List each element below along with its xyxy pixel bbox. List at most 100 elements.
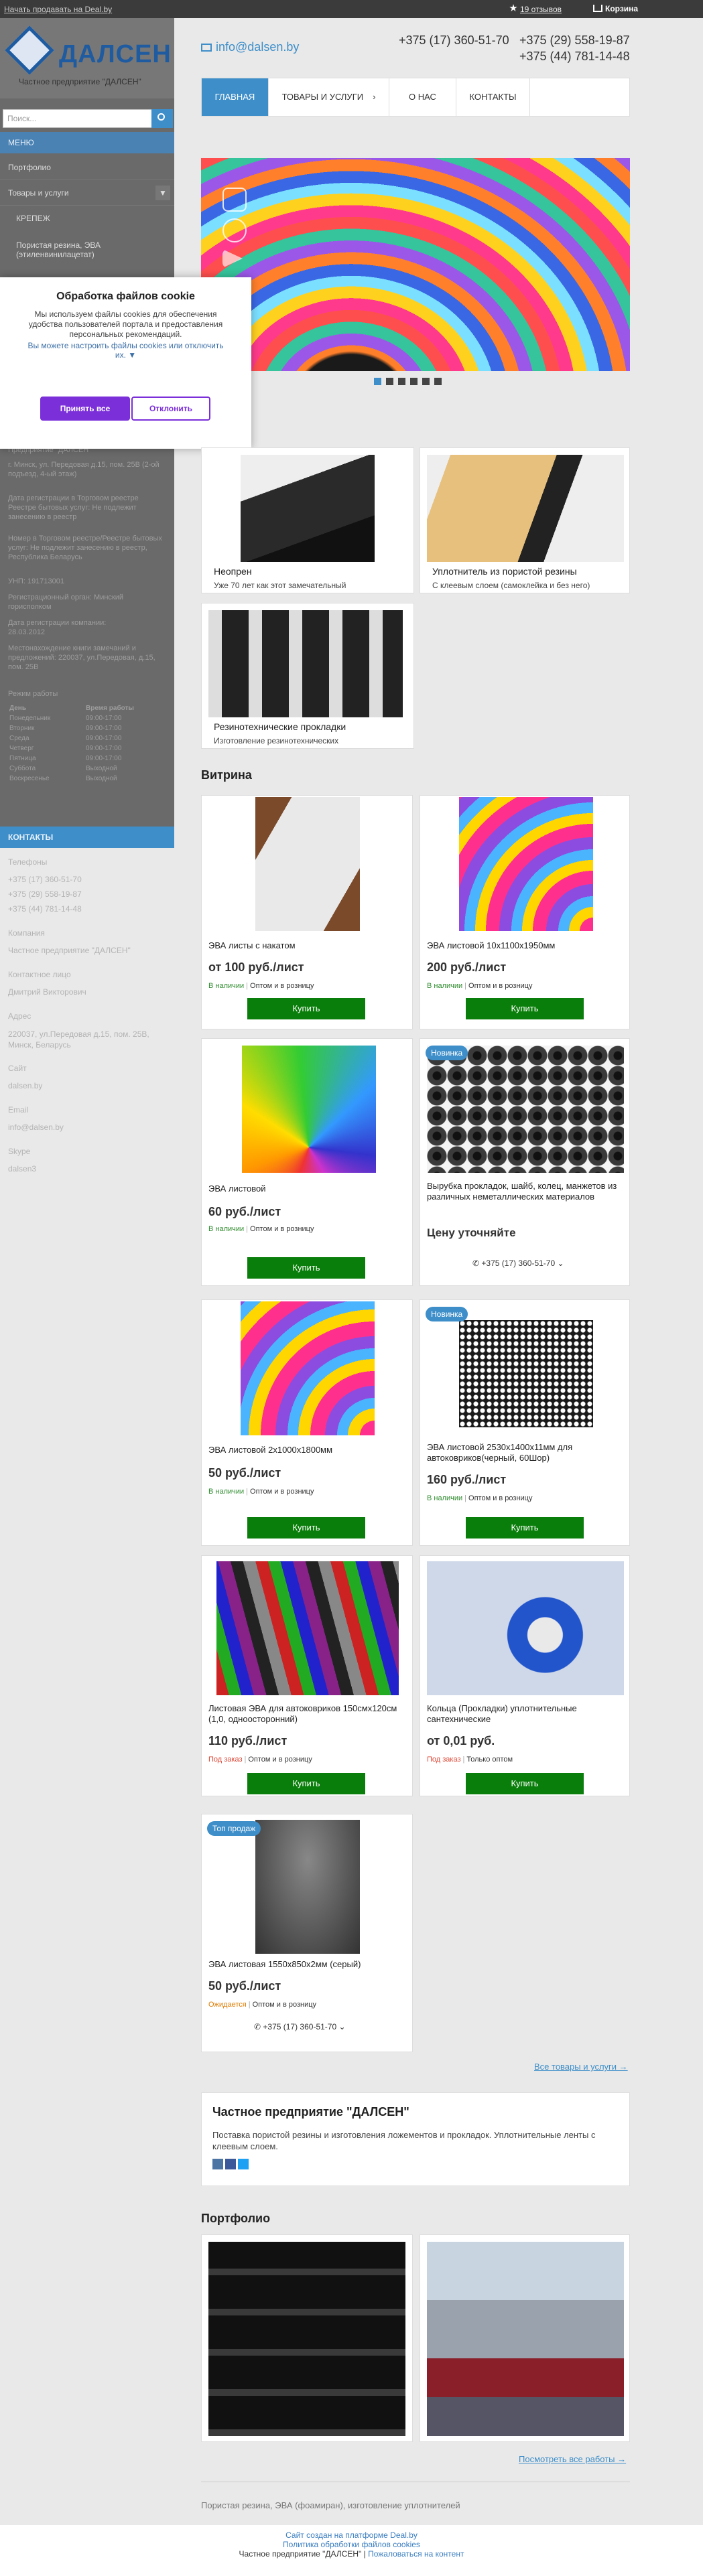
slider-dot[interactable] <box>386 378 393 385</box>
facebook-icon[interactable] <box>225 2159 236 2169</box>
telegram-icon[interactable] <box>222 249 243 268</box>
buy-button[interactable]: Купить <box>247 998 365 1019</box>
product-price: 50 руб./лист <box>208 1979 281 1993</box>
product-name[interactable]: ЭВА листовой <box>208 1184 403 1194</box>
product-availability: В наличии | Оптом и в розницу <box>208 982 314 990</box>
header-phone[interactable]: +375 (17) 360-51-70 <box>399 33 509 48</box>
sidebar-item-krepezh[interactable]: КРЕПЕЖ <box>0 207 174 231</box>
tab-products-label: ТОВАРЫ И УСЛУГИ <box>281 92 364 102</box>
slider-dot[interactable] <box>422 378 430 385</box>
product-card[interactable]: Листовая ЭВА для автоковриков 150смх120с… <box>201 1555 413 1796</box>
phone-link[interactable]: +375 (29) 558-19-87 <box>8 889 82 899</box>
buy-button[interactable]: Купить <box>247 1517 365 1539</box>
all-products-link[interactable]: Все товары и услуги → <box>534 2062 628 2072</box>
slider-dot[interactable] <box>410 378 418 385</box>
product-image <box>255 797 360 931</box>
tab-home[interactable]: ГЛАВНАЯ <box>202 78 269 116</box>
category-card[interactable]: Неопрен Уже 70 лет как этот замечательны… <box>201 447 414 593</box>
cookie-configure-link[interactable]: Вы можете настроить файлы cookies или от… <box>27 341 225 360</box>
slider-dot[interactable] <box>374 378 381 385</box>
platform-link[interactable]: Сайт создан на платформе Deal.by <box>285 2530 418 2540</box>
tab-about[interactable]: О НАС <box>389 78 456 116</box>
info-address: г. Минск, ул. Передовая д.15, пом. 25В (… <box>8 461 159 478</box>
tab-products[interactable]: ТОВАРЫ И УСЛУГИ › <box>269 78 389 116</box>
product-name[interactable]: ЭВА листовая 1550х850х2мм (серый) <box>208 1959 403 1970</box>
product-name[interactable]: ЭВА листы с накатом <box>208 940 403 951</box>
product-name[interactable]: Вырубка прокладок, шайб, колец, манжетов… <box>427 1181 621 1202</box>
product-price: от 0,01 руб. <box>427 1734 495 1747</box>
category-card[interactable]: Резинотехнические прокладки Изготовление… <box>201 603 414 749</box>
product-card[interactable]: ЭВА листовой 60 руб./лист В наличии | Опто… <box>201 1038 413 1286</box>
category-card[interactable]: Уплотнитель из пористой резины С клеевым… <box>420 447 630 593</box>
header-phone[interactable]: +375 (44) 781-14-48 <box>519 50 630 64</box>
sidebar-item-portfolio[interactable]: Портфолио <box>0 156 174 180</box>
portfolio-card[interactable] <box>420 2234 630 2442</box>
header-phone[interactable]: +375 (29) 558-19-87 <box>519 33 630 48</box>
reviews-link[interactable]: 19 отзывов <box>509 4 562 14</box>
product-card[interactable]: Новинка ЭВА листовой 2530х1400х11мм для … <box>420 1299 630 1546</box>
accept-cookies-button[interactable]: Принять все <box>40 397 130 421</box>
product-card[interactable]: Новинка Вырубка прокладок, шайб, колец, … <box>420 1038 630 1286</box>
person-name: Дмитрий Викторович <box>8 987 86 997</box>
logo-area[interactable]: ДАЛСЕН Частное предприятие "ДАЛСЕН" <box>0 18 174 98</box>
sidebar-item-eva[interactable]: Пористая резина, ЭВА (этиленвинилацетат) <box>0 234 174 266</box>
search-button[interactable] <box>151 109 173 128</box>
product-name[interactable]: ЭВА листовой 2х1000х1800мм <box>208 1445 403 1455</box>
slider-dot[interactable] <box>398 378 405 385</box>
cookie-policy-link[interactable]: Политика обработки файлов cookies <box>283 2540 420 2549</box>
hero-slider[interactable] <box>201 158 630 371</box>
logo-icon <box>5 25 54 75</box>
buy-button[interactable]: Купить <box>247 1257 365 1279</box>
reject-cookies-button[interactable]: Отклонить <box>131 397 210 421</box>
slider-dot[interactable] <box>434 378 442 385</box>
all-portfolio-link[interactable]: Посмотреть все работы → <box>519 2454 626 2464</box>
reviews-label: 19 отзывов <box>520 5 562 14</box>
submenu-toggle-icon[interactable]: ▼ <box>155 186 170 200</box>
buy-button[interactable]: Купить <box>466 998 584 1019</box>
product-image <box>241 1301 375 1435</box>
twitter-icon[interactable] <box>238 2159 249 2169</box>
sidebar-item-products[interactable]: Товары и услуги ▼ <box>0 182 174 206</box>
address-value: 220037, ул.Передовая д.15, пом. 25В, Мин… <box>8 1029 149 1050</box>
search-input[interactable]: Поиск... <box>3 109 154 128</box>
hours-day: Вторник <box>9 725 35 732</box>
report-link[interactable]: Пожаловаться на контент <box>368 2549 464 2559</box>
vk-icon[interactable] <box>212 2159 223 2169</box>
site-link[interactable]: dalsen.by <box>8 1081 42 1090</box>
product-name[interactable]: Листовая ЭВА для автоковриков 150смх120с… <box>208 1703 403 1725</box>
buy-button[interactable]: Купить <box>466 1517 584 1539</box>
product-availability: В наличии | Оптом и в розницу <box>208 1488 314 1496</box>
buy-button[interactable]: Купить <box>247 1773 365 1794</box>
start-selling-link[interactable]: Начать продавать на Deal.by <box>4 5 112 14</box>
header-email[interactable]: info@dalsen.by <box>201 40 299 54</box>
product-card[interactable]: ЭВА листы с накатом от 100 руб./лист В н… <box>201 795 413 1029</box>
phone-link[interactable]: +375 (17) 360-51-70 <box>8 875 82 884</box>
product-name[interactable]: Кольца (Прокладки) уплотнительные сантех… <box>427 1703 621 1725</box>
phone-link[interactable]: +375 (44) 781-14-48 <box>8 904 82 914</box>
company-label: Компания <box>8 928 45 938</box>
email-link[interactable]: info@dalsen.by <box>8 1123 64 1132</box>
product-card[interactable]: ЭВА листовой 10х1100х1950мм 200 руб./лис… <box>420 795 630 1029</box>
product-name[interactable]: ЭВА листовой 2530х1400х11мм для автоковр… <box>427 1442 621 1463</box>
header-email-text: info@dalsen.by <box>216 40 300 54</box>
instagram-icon[interactable] <box>222 188 247 212</box>
cart-link[interactable]: Корзина <box>593 4 638 13</box>
product-availability: Под заказ | Только оптом <box>427 1756 513 1764</box>
product-price: Цену уточняйте <box>427 1226 516 1239</box>
hours-day: Суббота <box>9 765 36 772</box>
menu-header: МЕНЮ <box>0 132 174 153</box>
hours-day: Понедельник <box>9 715 51 722</box>
phone-dropdown[interactable]: ✆ +375 (17) 360-51-70 ⌄ <box>472 1259 564 1268</box>
tab-contacts[interactable]: КОНТАКТЫ <box>456 78 530 116</box>
product-card[interactable]: ЭВА листовой 2х1000х1800мм 50 руб./лист … <box>201 1299 413 1546</box>
viber-icon[interactable] <box>222 218 247 242</box>
stock-status: В наличии <box>208 1225 245 1233</box>
cookie-dialog: Обработка файлов cookie Мы используем фа… <box>0 277 251 449</box>
product-card[interactable]: Топ продаж ЭВА листовая 1550х850х2мм (се… <box>201 1814 413 2052</box>
product-card[interactable]: Кольца (Прокладки) уплотнительные сантех… <box>420 1555 630 1796</box>
product-price: 50 руб./лист <box>208 1466 281 1480</box>
product-name[interactable]: ЭВА листовой 10х1100х1950мм <box>427 940 621 951</box>
portfolio-card[interactable] <box>201 2234 413 2442</box>
buy-button[interactable]: Купить <box>466 1773 584 1794</box>
phone-dropdown[interactable]: ✆ +375 (17) 360-51-70 ⌄ <box>254 2022 346 2031</box>
